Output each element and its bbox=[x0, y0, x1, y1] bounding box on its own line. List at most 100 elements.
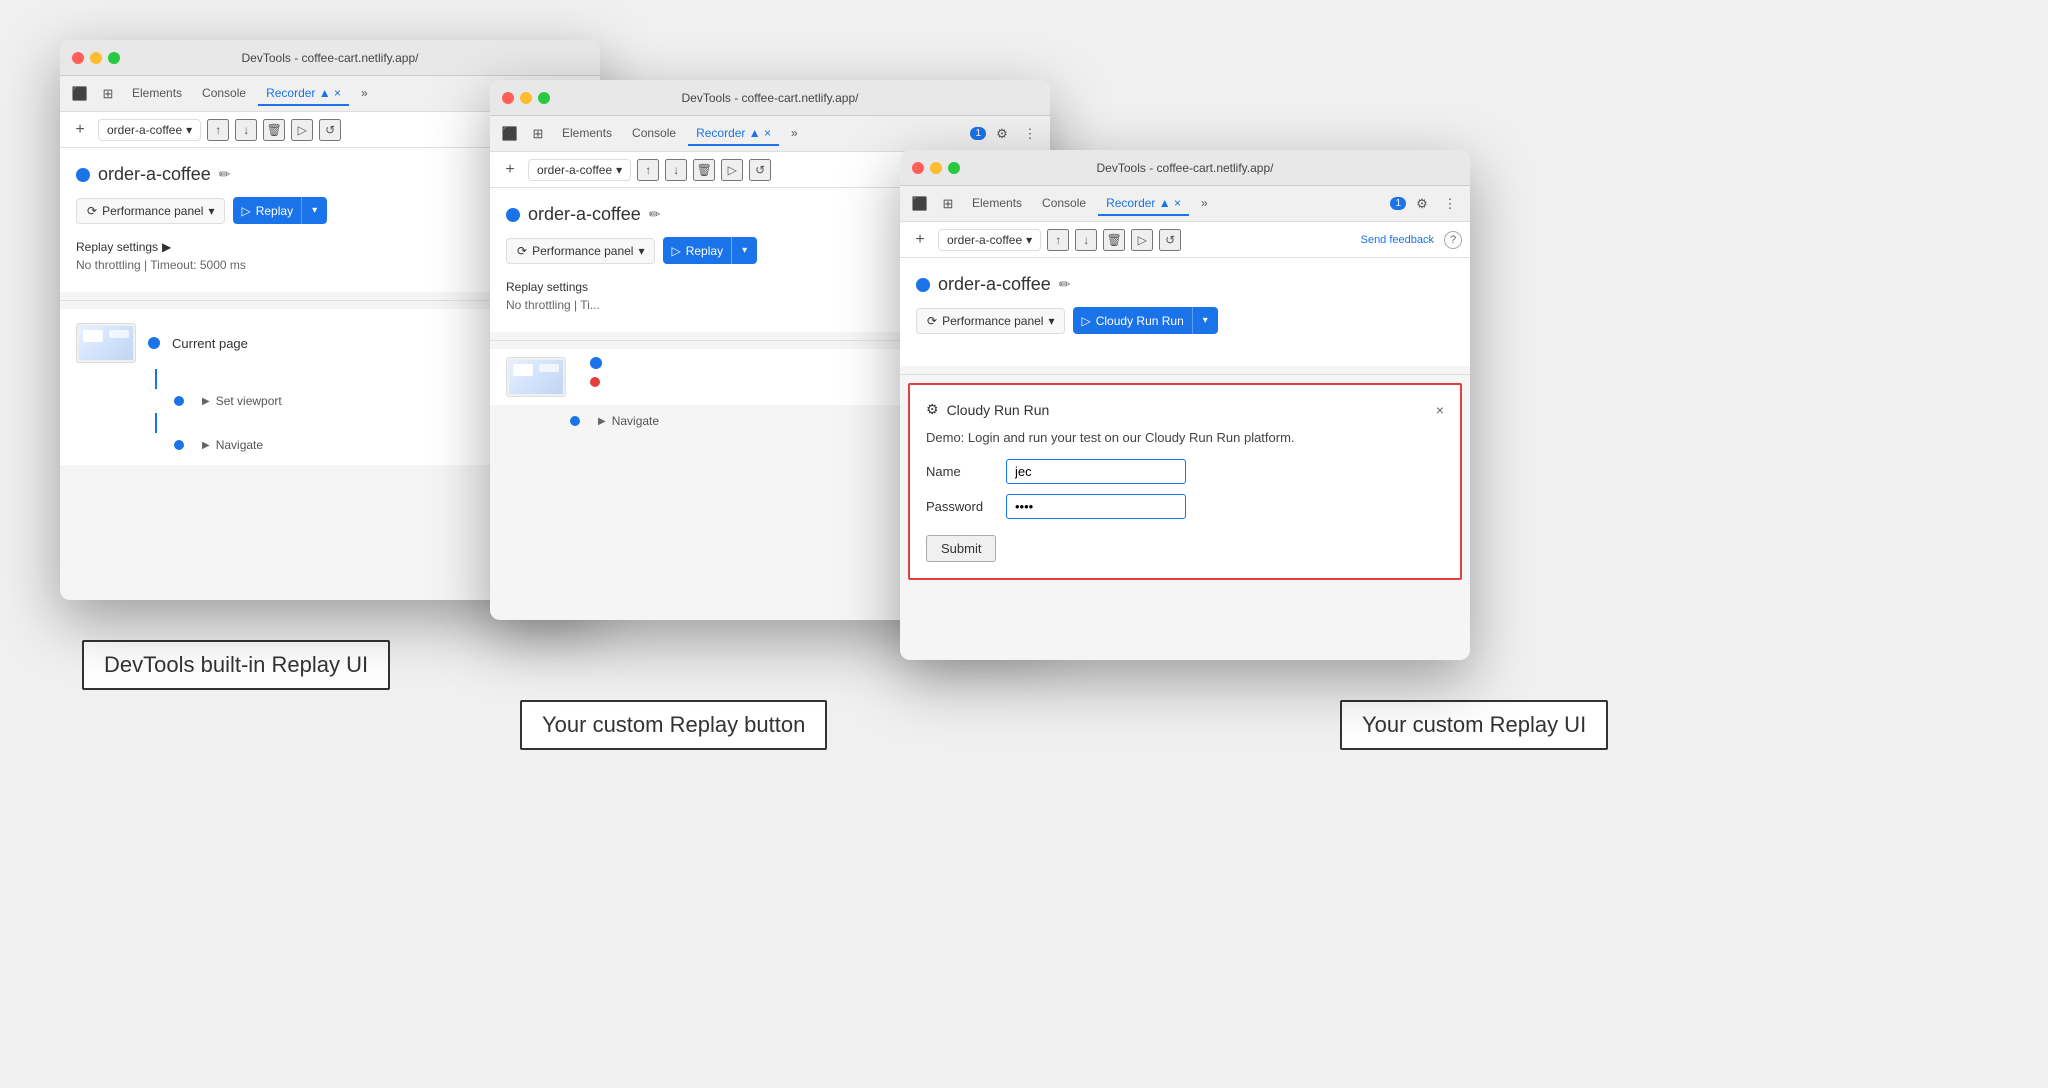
settings-icon-2[interactable]: ⚙ bbox=[990, 122, 1014, 146]
tab-elements-2[interactable]: Elements bbox=[554, 122, 620, 146]
performance-panel-btn-1[interactable]: ⟳ Performance panel ▾ bbox=[76, 198, 225, 224]
performance-icon-1: ⟳ bbox=[87, 204, 97, 218]
maximize-button-3[interactable] bbox=[948, 162, 960, 174]
tab-more-1[interactable]: » bbox=[353, 82, 376, 106]
refresh-icon-1[interactable]: ↺ bbox=[319, 119, 341, 141]
timeline-line-2 bbox=[155, 413, 157, 433]
tab-console-1[interactable]: Console bbox=[194, 82, 254, 106]
tab-recorder-3[interactable]: Recorder ▲ × bbox=[1098, 192, 1189, 216]
tab-console-3[interactable]: Console bbox=[1034, 192, 1094, 216]
thumbnail-2 bbox=[506, 357, 566, 397]
custom-ui-title: ⚙ Cloudy Run Run × bbox=[926, 401, 1444, 418]
recording-select-1[interactable]: order-a-coffee ▾ bbox=[98, 119, 201, 141]
cloudy-btn-3[interactable]: ▷ Cloudy Run Run bbox=[1073, 307, 1191, 334]
upload-icon-2[interactable]: ↑ bbox=[637, 159, 659, 181]
chevron-down-icon-1: ▾ bbox=[186, 123, 192, 137]
download-icon-1[interactable]: ↓ bbox=[235, 119, 257, 141]
password-input[interactable] bbox=[1006, 494, 1186, 519]
timeline-line-1 bbox=[155, 369, 157, 389]
replay-dropdown-btn-1[interactable]: ▾ bbox=[301, 197, 327, 224]
play-icon-1[interactable]: ▷ bbox=[291, 119, 313, 141]
timeline-dot-2 bbox=[590, 357, 602, 369]
replay-play-icon-2: ▷ bbox=[671, 244, 680, 258]
name-label: Name bbox=[926, 464, 996, 479]
minimize-button-3[interactable] bbox=[930, 162, 942, 174]
cloudy-dropdown-btn-3[interactable]: ▾ bbox=[1192, 307, 1218, 334]
name-input[interactable] bbox=[1006, 459, 1186, 484]
replay-btn-1[interactable]: ▷ Replay bbox=[233, 197, 301, 224]
tab-recorder-2[interactable]: Recorder ▲ × bbox=[688, 122, 779, 146]
viewport-chevron: ▶ bbox=[202, 396, 210, 407]
tab-console-2[interactable]: Console bbox=[624, 122, 684, 146]
chat-badge-3: 1 bbox=[1390, 197, 1406, 210]
settings-icon-3[interactable]: ⚙ bbox=[1410, 192, 1434, 216]
play-icon-2[interactable]: ▷ bbox=[721, 159, 743, 181]
replay-btn-2[interactable]: ▷ Replay bbox=[663, 237, 731, 264]
add-recording-btn-1[interactable]: + bbox=[68, 118, 92, 142]
performance-panel-btn-2[interactable]: ⟳ Performance panel ▾ bbox=[506, 238, 655, 264]
perf-chevron-icon-1: ▾ bbox=[208, 204, 214, 218]
close-button-2[interactable] bbox=[502, 92, 514, 104]
divider-3 bbox=[900, 374, 1470, 375]
performance-icon-2: ⟳ bbox=[517, 244, 527, 258]
more-icon-3[interactable]: ⋮ bbox=[1438, 192, 1462, 216]
replay-settings-label-2[interactable]: Replay settings bbox=[506, 280, 588, 294]
performance-panel-btn-3[interactable]: ⟳ Performance panel ▾ bbox=[916, 308, 1065, 334]
custom-ui-panel: ⚙ Cloudy Run Run × Demo: Login and run y… bbox=[908, 383, 1462, 580]
trash-icon-2[interactable]: 🗑 bbox=[693, 159, 715, 181]
cursor-icon-2[interactable]: ⬛ bbox=[498, 122, 522, 146]
close-button-3[interactable] bbox=[912, 162, 924, 174]
recorder-toolbar-3: + order-a-coffee ▾ ↑ ↓ 🗑 ▷ ↺ Send feedba… bbox=[900, 222, 1470, 258]
replay-dropdown-btn-2[interactable]: ▾ bbox=[731, 237, 757, 264]
password-row: Password bbox=[926, 494, 1444, 519]
close-button-1[interactable] bbox=[72, 52, 84, 64]
layers-icon-3[interactable]: ⊞ bbox=[936, 192, 960, 216]
layers-icon[interactable]: ⊞ bbox=[96, 82, 120, 106]
caption-2: Your custom Replay button bbox=[520, 700, 827, 750]
no-throttling-2: No throttling | Ti... bbox=[506, 298, 600, 312]
download-icon-2[interactable]: ↓ bbox=[665, 159, 687, 181]
play-icon-3[interactable]: ▷ bbox=[1131, 229, 1153, 251]
edit-name-icon-2[interactable]: ✏ bbox=[649, 206, 661, 223]
trash-icon-3[interactable]: 🗑 bbox=[1103, 229, 1125, 251]
help-icon-3[interactable]: ? bbox=[1444, 231, 1462, 249]
submit-btn[interactable]: Submit bbox=[926, 535, 996, 562]
tab-elements-1[interactable]: Elements bbox=[124, 82, 190, 106]
tab-more-3[interactable]: » bbox=[1193, 192, 1216, 216]
recording-name-3: order-a-coffee bbox=[938, 274, 1051, 295]
cursor-icon[interactable]: ⬛ bbox=[68, 82, 92, 106]
settings-arrow-1: ▶ bbox=[162, 240, 171, 254]
chevron-down-icon-3: ▾ bbox=[1026, 233, 1032, 247]
recording-select-3[interactable]: order-a-coffee ▾ bbox=[938, 229, 1041, 251]
download-icon-3[interactable]: ↓ bbox=[1075, 229, 1097, 251]
minimize-button-2[interactable] bbox=[520, 92, 532, 104]
recording-select-2[interactable]: order-a-coffee ▾ bbox=[528, 159, 631, 181]
replay-btn-group-1: ▷ Replay ▾ bbox=[233, 197, 327, 224]
trash-icon-1[interactable]: 🗑 bbox=[263, 119, 285, 141]
thumbnail-mini-1 bbox=[79, 326, 133, 360]
edit-name-icon-1[interactable]: ✏ bbox=[219, 166, 231, 183]
cloudy-btn-group-3: ▷ Cloudy Run Run ▾ bbox=[1073, 307, 1217, 334]
maximize-button-1[interactable] bbox=[108, 52, 120, 64]
upload-icon-1[interactable]: ↑ bbox=[207, 119, 229, 141]
titlebar-2: DevTools - coffee-cart.netlify.app/ bbox=[490, 80, 1050, 116]
tab-elements-3[interactable]: Elements bbox=[964, 192, 1030, 216]
replay-settings-label-1[interactable]: Replay settings ▶ bbox=[76, 240, 171, 254]
maximize-button-2[interactable] bbox=[538, 92, 550, 104]
minimize-button-1[interactable] bbox=[90, 52, 102, 64]
send-feedback-3[interactable]: Send feedback bbox=[1357, 234, 1438, 246]
upload-icon-3[interactable]: ↑ bbox=[1047, 229, 1069, 251]
refresh-icon-3[interactable]: ↺ bbox=[1159, 229, 1181, 251]
close-ui-btn[interactable]: × bbox=[1436, 402, 1444, 418]
cursor-icon-3[interactable]: ⬛ bbox=[908, 192, 932, 216]
add-recording-btn-2[interactable]: + bbox=[498, 158, 522, 182]
layers-icon-2[interactable]: ⊞ bbox=[526, 122, 550, 146]
refresh-icon-2[interactable]: ↺ bbox=[749, 159, 771, 181]
add-recording-btn-3[interactable]: + bbox=[908, 228, 932, 252]
more-icon-2[interactable]: ⋮ bbox=[1018, 122, 1042, 146]
perf-chevron-icon-3: ▾ bbox=[1048, 314, 1054, 328]
tab-more-2[interactable]: » bbox=[783, 122, 806, 146]
recording-dot-1 bbox=[76, 168, 90, 182]
edit-name-icon-3[interactable]: ✏ bbox=[1059, 276, 1071, 293]
tab-recorder-1[interactable]: Recorder ▲ × bbox=[258, 82, 349, 106]
